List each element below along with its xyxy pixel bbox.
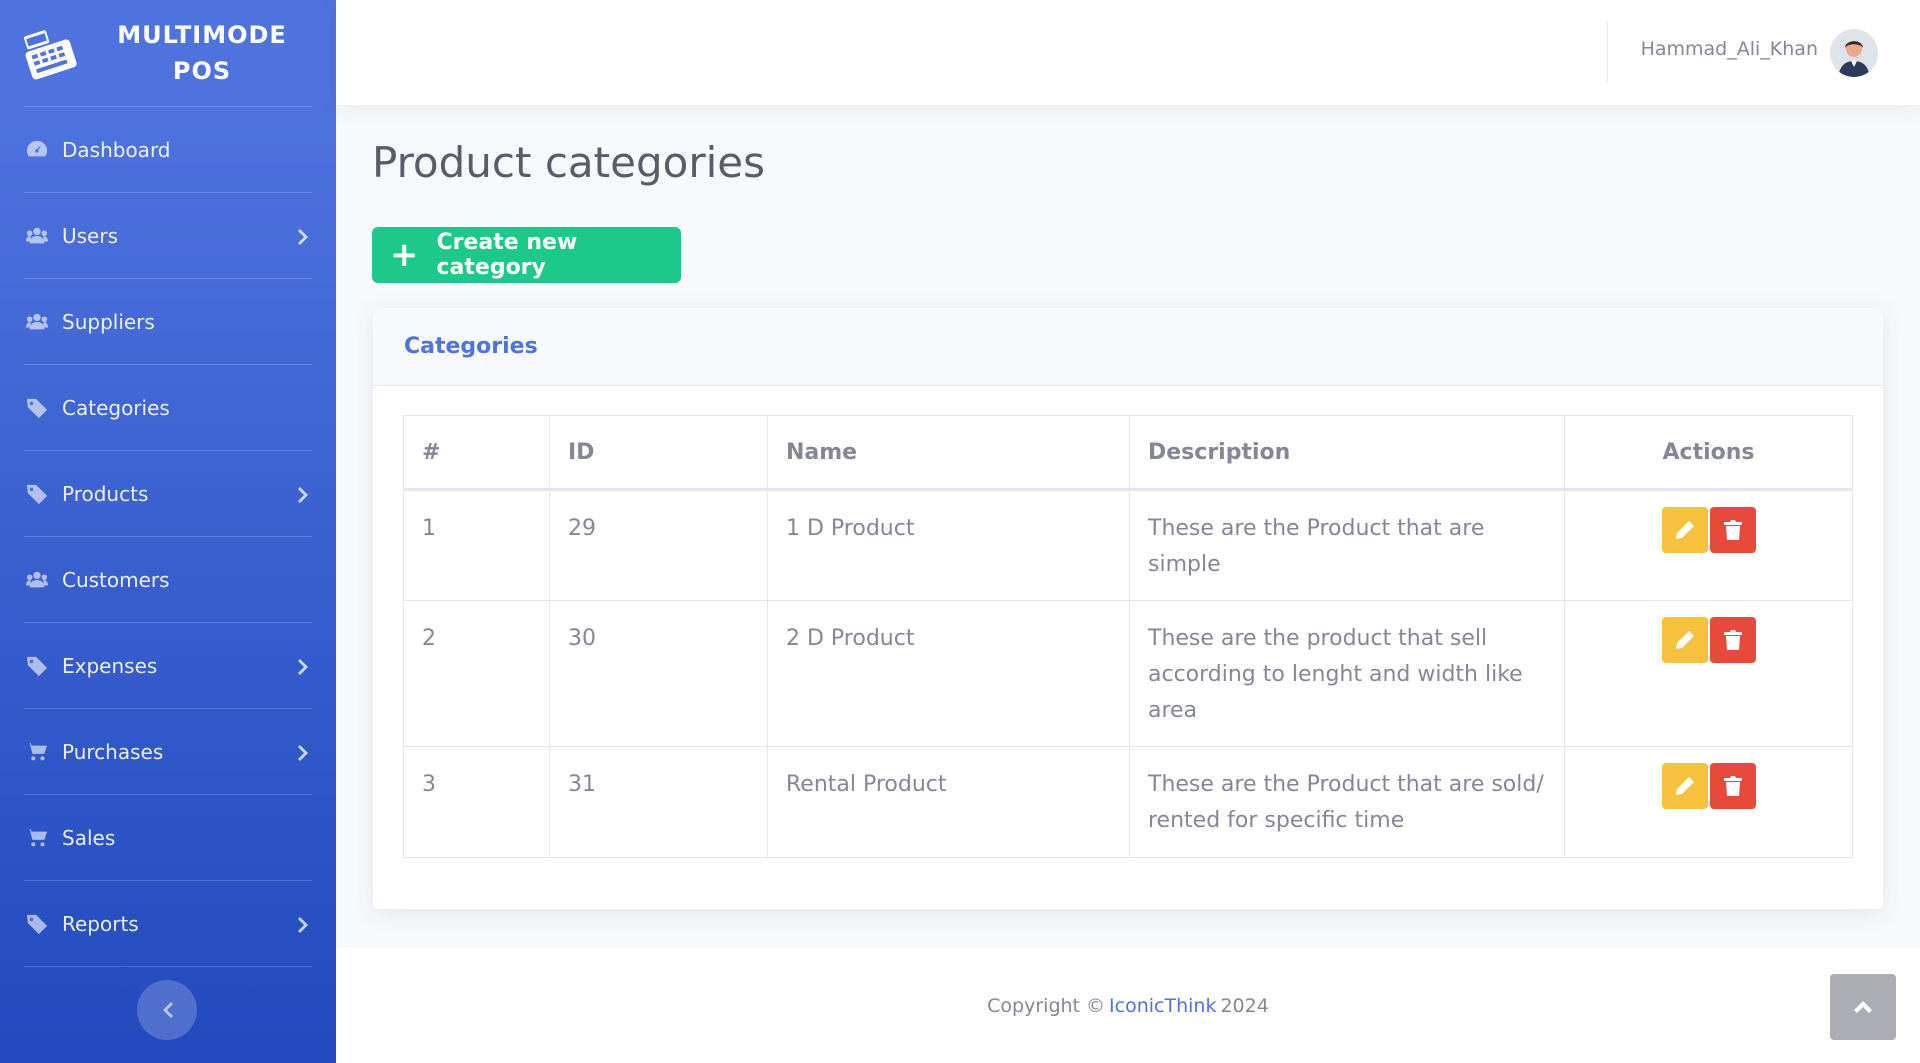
delete-button[interactable] bbox=[1709, 617, 1756, 663]
create-category-button[interactable]: + Create new category bbox=[372, 227, 681, 283]
chevron-right-icon bbox=[298, 743, 312, 761]
sidebar-item-reports[interactable]: Reports bbox=[0, 881, 336, 966]
footer: Copyright © IconicThink 2024 bbox=[336, 948, 1920, 1063]
edit-button[interactable] bbox=[1661, 507, 1708, 553]
avatar[interactable] bbox=[1830, 29, 1878, 77]
tachometer-icon bbox=[24, 139, 50, 161]
pencil-icon bbox=[1675, 777, 1694, 795]
cell-name: 2 D Product bbox=[767, 600, 1130, 747]
sidebar-item-products[interactable]: Products bbox=[0, 451, 336, 536]
sidebar-item-categories[interactable]: Categories bbox=[0, 365, 336, 450]
brand-name: MULTIMODE POS bbox=[78, 17, 336, 89]
page-title: Product categories bbox=[372, 138, 765, 187]
plus-icon: + bbox=[390, 235, 419, 275]
tag-icon bbox=[24, 397, 50, 419]
categories-table: # ID Name Description Actions 1 29 1 D Pro… bbox=[403, 415, 1853, 858]
trash-icon bbox=[1723, 520, 1742, 540]
table-row: 1 29 1 D Product These are the Product that… bbox=[403, 489, 1853, 601]
tag-icon bbox=[24, 913, 50, 935]
cell-number: 3 bbox=[403, 746, 550, 858]
table-row: 2 30 2 D Product These are the product that… bbox=[403, 600, 1853, 747]
table-row: 3 31 Rental Product These are the Product t… bbox=[403, 746, 1853, 858]
scroll-to-top-button[interactable] bbox=[1830, 974, 1896, 1040]
edit-button[interactable] bbox=[1661, 763, 1708, 809]
card-title: Categories bbox=[373, 308, 1883, 386]
cell-number: 1 bbox=[403, 489, 550, 601]
sidebar-item-label: Categories bbox=[62, 395, 170, 420]
sidebar-item-expenses[interactable]: Expenses bbox=[0, 623, 336, 708]
column-header-id: ID bbox=[549, 415, 768, 491]
brand[interactable]: MULTIMODE POS bbox=[0, 0, 336, 106]
sidebar-item-label: Dashboard bbox=[62, 137, 171, 162]
copyright-year: 2024 bbox=[1220, 994, 1269, 1017]
sidebar-item-label: Sales bbox=[62, 825, 116, 850]
create-category-label: Create new category bbox=[436, 230, 578, 280]
cell-description: These are the Product that are sold/ ren… bbox=[1129, 746, 1565, 858]
sidebar-item-label: Products bbox=[62, 481, 149, 506]
topbar-divider bbox=[1607, 22, 1608, 82]
cell-name: 1 D Product bbox=[767, 489, 1130, 601]
sidebar-item-label: Expenses bbox=[62, 653, 158, 678]
pencil-icon bbox=[1675, 631, 1694, 649]
tag-icon bbox=[24, 655, 50, 677]
chevron-right-icon bbox=[298, 227, 312, 245]
chevron-left-icon bbox=[163, 1002, 173, 1018]
trash-icon bbox=[1723, 630, 1742, 650]
sidebar-toggle-button[interactable] bbox=[137, 980, 197, 1040]
chevron-right-icon bbox=[298, 485, 312, 503]
sidebar-item-suppliers[interactable]: Suppliers bbox=[0, 279, 336, 364]
sidebar-item-sales[interactable]: Sales bbox=[0, 795, 336, 880]
delete-button[interactable] bbox=[1709, 507, 1756, 553]
cart-icon bbox=[24, 741, 50, 763]
sidebar-item-users[interactable]: Users bbox=[0, 193, 336, 278]
sidebar-item-label: Suppliers bbox=[62, 309, 155, 334]
user-avatar-icon bbox=[1830, 29, 1878, 77]
cell-actions bbox=[1564, 600, 1853, 747]
users-icon bbox=[24, 311, 50, 333]
sidebar-item-dashboard[interactable]: Dashboard bbox=[0, 107, 336, 192]
company-link[interactable]: IconicThink bbox=[1109, 995, 1216, 1017]
sidebar-item-customers[interactable]: Customers bbox=[0, 537, 336, 622]
sidebar-item-label: Users bbox=[62, 223, 119, 248]
chevron-right-icon bbox=[298, 915, 312, 933]
sidebar-item-label: Reports bbox=[62, 911, 139, 936]
cell-description: These are the Product that are simple bbox=[1129, 489, 1565, 601]
edit-button[interactable] bbox=[1661, 617, 1708, 663]
sidebar-item-purchases[interactable]: Purchases bbox=[0, 709, 336, 794]
column-header-number: # bbox=[403, 415, 550, 491]
users-icon bbox=[24, 225, 50, 247]
cell-id: 31 bbox=[549, 746, 768, 858]
cell-actions bbox=[1564, 489, 1853, 601]
cell-id: 29 bbox=[549, 489, 768, 601]
pencil-icon bbox=[1675, 521, 1694, 539]
table-header-row: # ID Name Description Actions bbox=[403, 415, 1853, 491]
cell-id: 30 bbox=[549, 600, 768, 747]
brand-line2: POS bbox=[172, 57, 232, 85]
cart-icon bbox=[24, 827, 50, 849]
cell-description: These are the product that sell accordin… bbox=[1129, 600, 1565, 747]
chevron-up-icon bbox=[1854, 1001, 1872, 1013]
sidebar: MULTIMODE POS Dashboard Users Suppliers Cat… bbox=[0, 0, 336, 1063]
column-header-name: Name bbox=[767, 415, 1130, 491]
tag-icon bbox=[24, 483, 50, 505]
sidebar-divider bbox=[24, 966, 312, 967]
sidebar-item-label: Customers bbox=[62, 567, 170, 592]
cell-actions bbox=[1564, 746, 1853, 858]
trash-icon bbox=[1723, 776, 1742, 796]
users-icon bbox=[24, 569, 50, 591]
cell-number: 2 bbox=[403, 600, 550, 747]
cell-name: Rental Product bbox=[767, 746, 1130, 858]
cash-register-icon bbox=[23, 30, 77, 80]
delete-button[interactable] bbox=[1709, 763, 1756, 809]
copyright-text: Copyright © bbox=[987, 994, 1106, 1017]
topbar: Hammad_Ali_Khan bbox=[336, 0, 1920, 105]
user-name[interactable]: Hammad_Ali_Khan bbox=[1641, 38, 1818, 60]
column-header-actions: Actions bbox=[1564, 415, 1853, 491]
categories-card: Categories # ID Name Description Actions… bbox=[373, 308, 1883, 909]
brand-line1: MULTIMODE bbox=[117, 21, 287, 49]
column-header-description: Description bbox=[1129, 415, 1565, 491]
sidebar-item-label: Purchases bbox=[62, 739, 164, 764]
chevron-right-icon bbox=[298, 657, 312, 675]
